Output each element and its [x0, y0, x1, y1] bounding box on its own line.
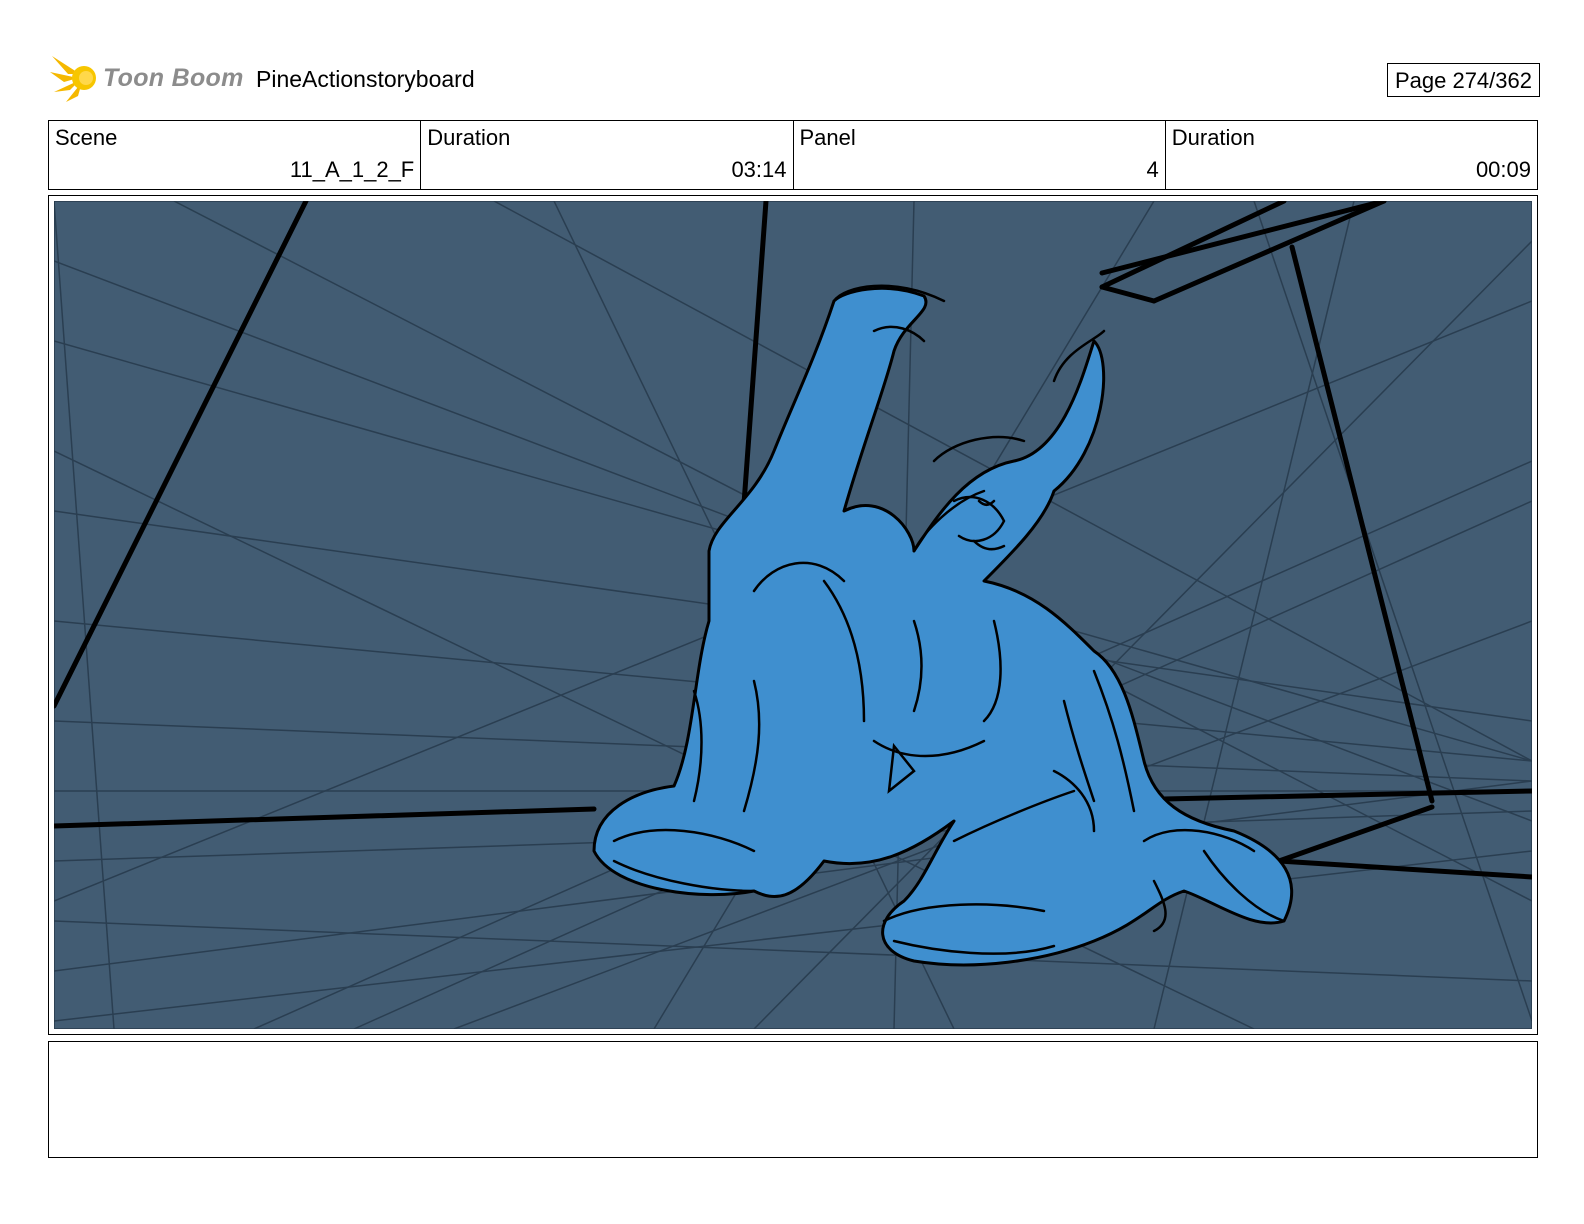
- panel-duration-value: 00:09: [1475, 157, 1531, 182]
- panel-value: 4: [1146, 157, 1159, 182]
- scene-duration-label: Duration: [427, 125, 511, 150]
- panel-notes-box: [48, 1041, 1538, 1158]
- storyboard-header: Toon Boom PineActionstoryboard Page 274/…: [50, 52, 1540, 104]
- scene-info-table: Scene 11_A_1_2_F Duration 03:14 Panel 4 …: [48, 120, 1538, 190]
- panel-duration-label: Duration: [1171, 125, 1255, 150]
- panel-duration-cell: Duration 00:09: [1166, 121, 1537, 189]
- scene-label: Scene: [55, 125, 118, 150]
- page-indicator: Page 274/362: [1386, 63, 1540, 97]
- toon-boom-logo: Toon Boom: [50, 52, 245, 104]
- scene-duration-value: 03:14: [731, 157, 787, 182]
- panel-label: Panel: [799, 125, 856, 150]
- panel-drawing: [54, 201, 1532, 1029]
- project-title: PineActionstoryboard: [256, 66, 475, 92]
- panel-cell: Panel 4: [794, 121, 1166, 189]
- scene-cell: Scene 11_A_1_2_F: [49, 121, 422, 189]
- scene-value: 11_A_1_2_F: [289, 157, 415, 182]
- panel-frame: [48, 195, 1538, 1035]
- logo-wordmark: Toon Boom: [103, 64, 244, 92]
- toon-boom-star-icon: [50, 56, 96, 102]
- scene-duration-cell: Duration 03:14: [421, 121, 794, 189]
